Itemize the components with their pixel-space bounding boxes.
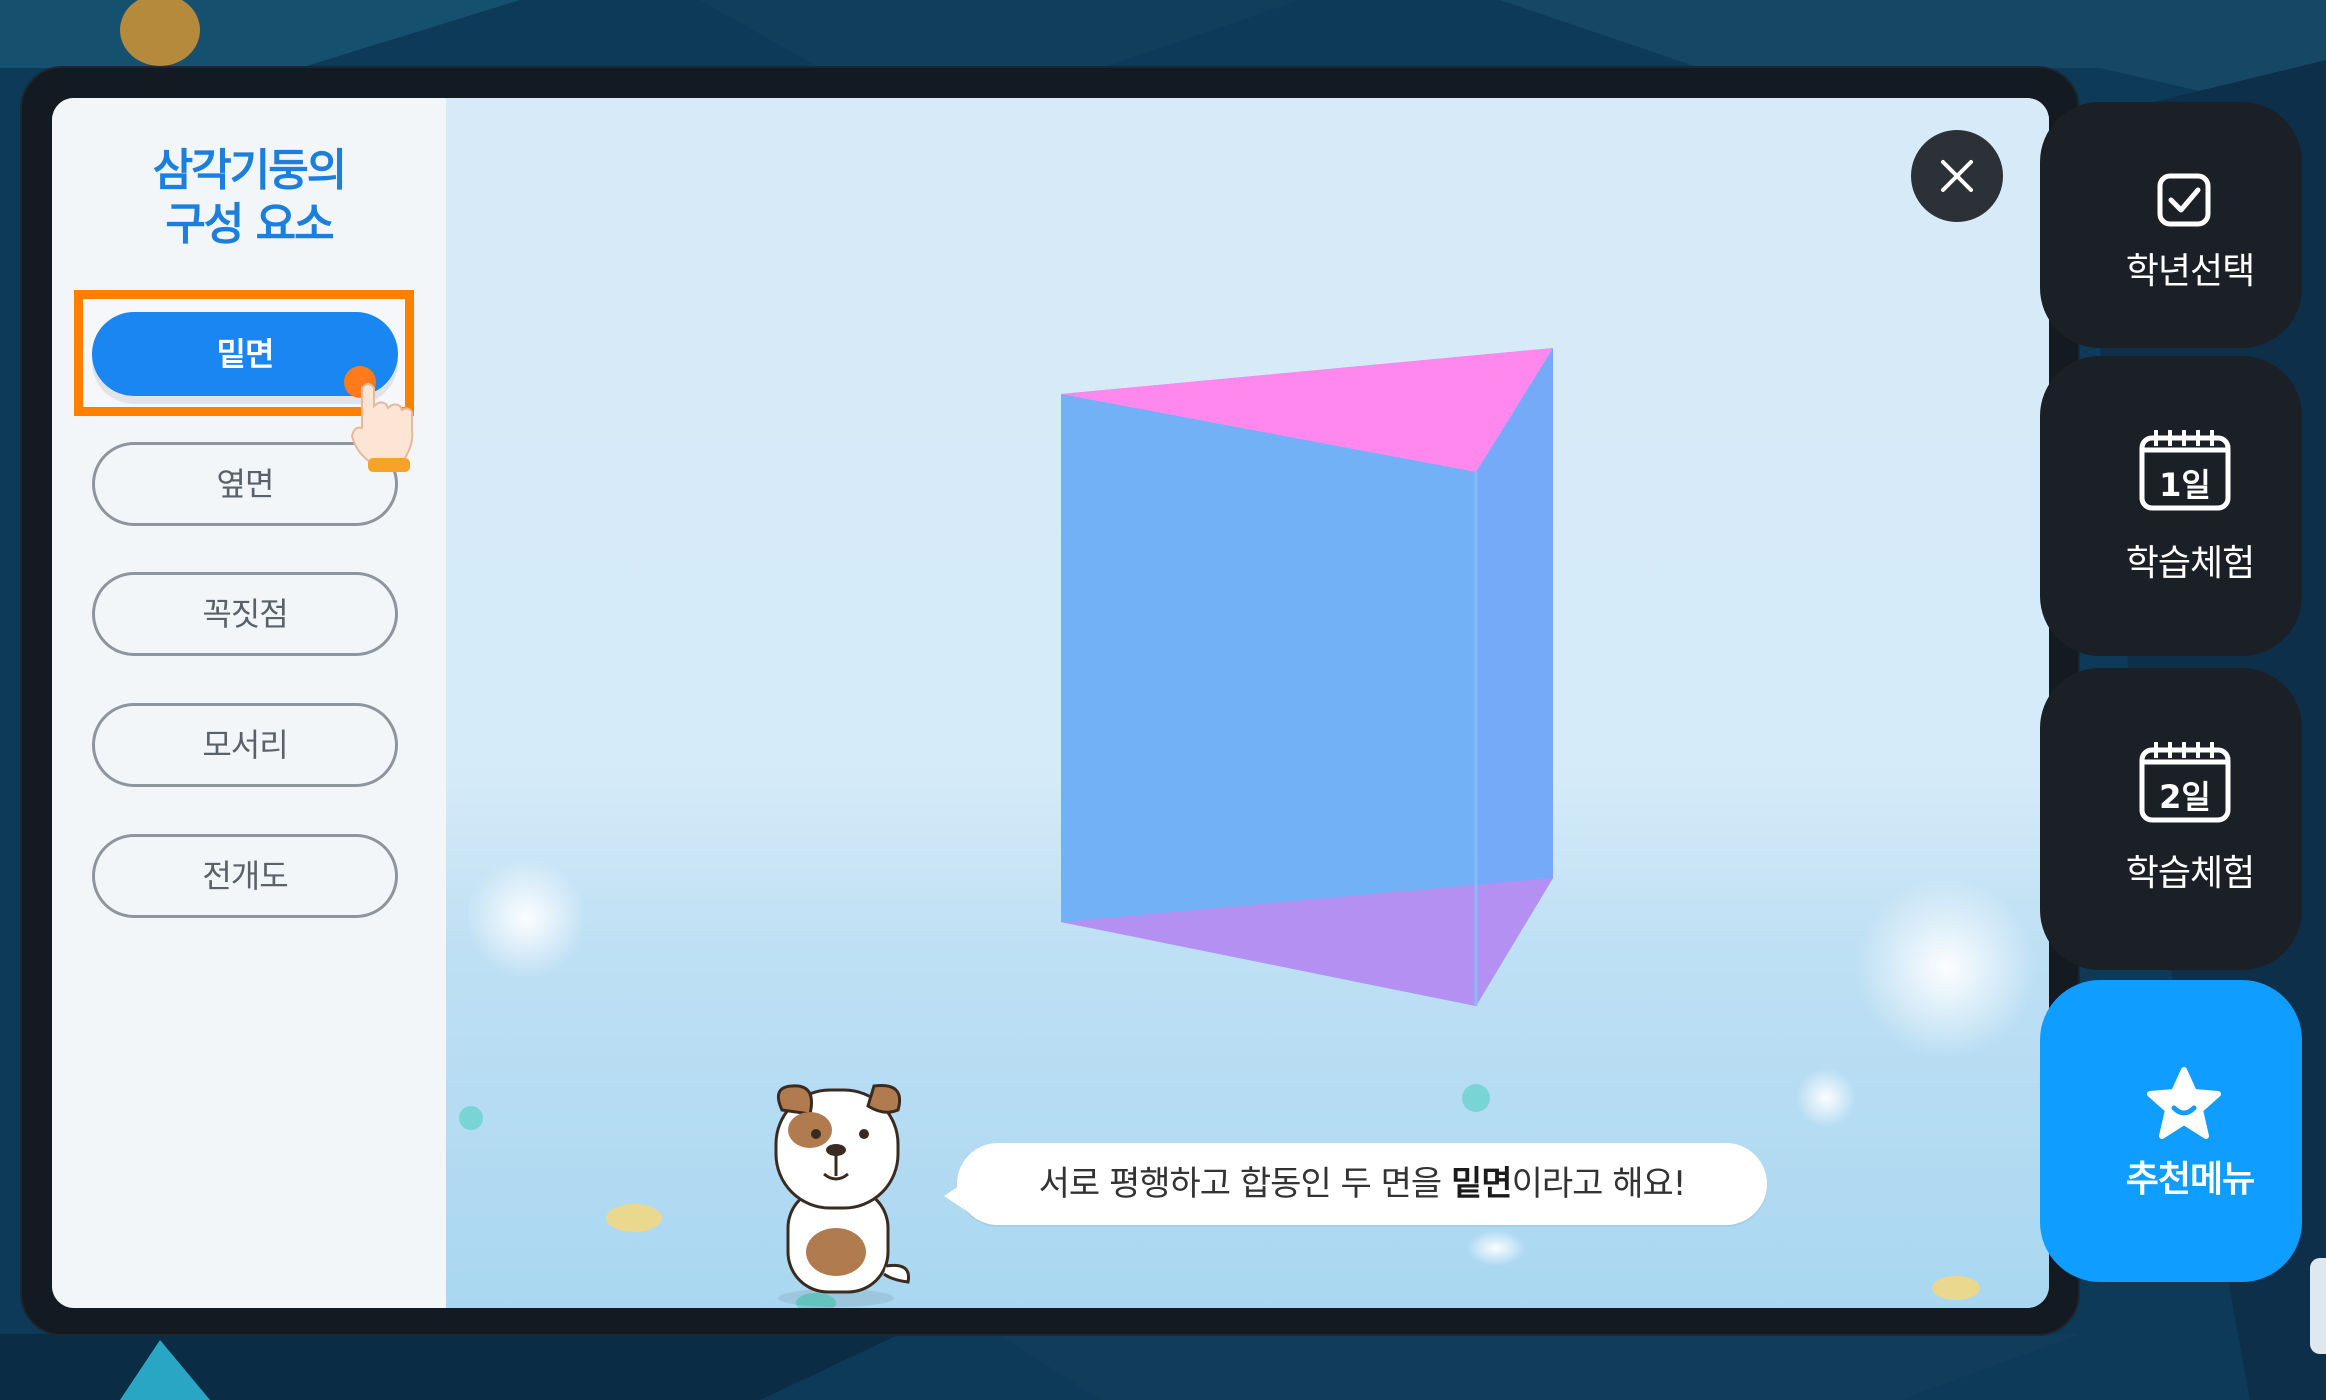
rail-item-recommend[interactable]: 추천메뉴 — [2040, 980, 2302, 1282]
triangular-prism-figure — [1061, 348, 1553, 1006]
menu-button-net[interactable]: 전개도 — [92, 834, 398, 918]
rail-label-recommend: 추천메뉴 — [2125, 1159, 2255, 1200]
rail-item-day1[interactable]: 1일 학습체험 — [2040, 356, 2302, 656]
close-icon — [1941, 160, 1973, 192]
speech-bubble: 서로 평행하고 합동인 두 면을 밑면이라고 해요! — [957, 1143, 1767, 1225]
dog-mascot — [774, 1084, 911, 1307]
panel-title-line2: 구성 요소 — [165, 199, 334, 250]
panel-title-line1: 삼각기둥의 — [152, 145, 347, 196]
rail-label-day1: 학습체험 — [2125, 543, 2255, 584]
rail-item-grade-select[interactable]: 학년선택 — [2040, 102, 2302, 348]
scene-area — [446, 98, 2049, 1308]
menu-button-vertex[interactable]: 꼭짓점 — [92, 572, 398, 656]
calendar-day-text: 2일 — [2159, 778, 2211, 816]
menu-button-edge[interactable]: 모서리 — [92, 703, 398, 787]
calendar-icon: 1일 — [2139, 430, 2231, 511]
side-drawer-handle[interactable] — [2310, 1258, 2326, 1354]
speech-bold-term: 밑면 — [1451, 1164, 1513, 1204]
calendar-day-text: 1일 — [2159, 466, 2211, 504]
app-screen: 삼각기둥의 구성 요소 밑면 옆면 꼭짓점 모서리 전개도 서로 평행하고 합동… — [52, 98, 2049, 1308]
rail-label-grade-select: 학년선택 — [2125, 251, 2255, 292]
speech-suffix: 이라고 해요! — [1511, 1164, 1687, 1204]
speech-prefix: 서로 평행하고 합동인 두 면을 — [1038, 1164, 1451, 1204]
rail-item-day2[interactable]: 2일 학습체험 — [2040, 668, 2302, 970]
checkbox-icon — [2157, 173, 2211, 227]
rail-label-day2: 학습체험 — [2125, 853, 2255, 894]
close-button[interactable] — [1911, 130, 2003, 222]
left-panel: 삼각기둥의 구성 요소 밑면 옆면 꼭짓점 모서리 전개도 — [52, 98, 446, 1308]
star-icon — [2147, 1067, 2221, 1139]
calendar-icon: 2일 — [2139, 742, 2231, 823]
pointer-hand-icon — [344, 366, 414, 472]
panel-title: 삼각기둥의 구성 요소 — [52, 144, 446, 252]
